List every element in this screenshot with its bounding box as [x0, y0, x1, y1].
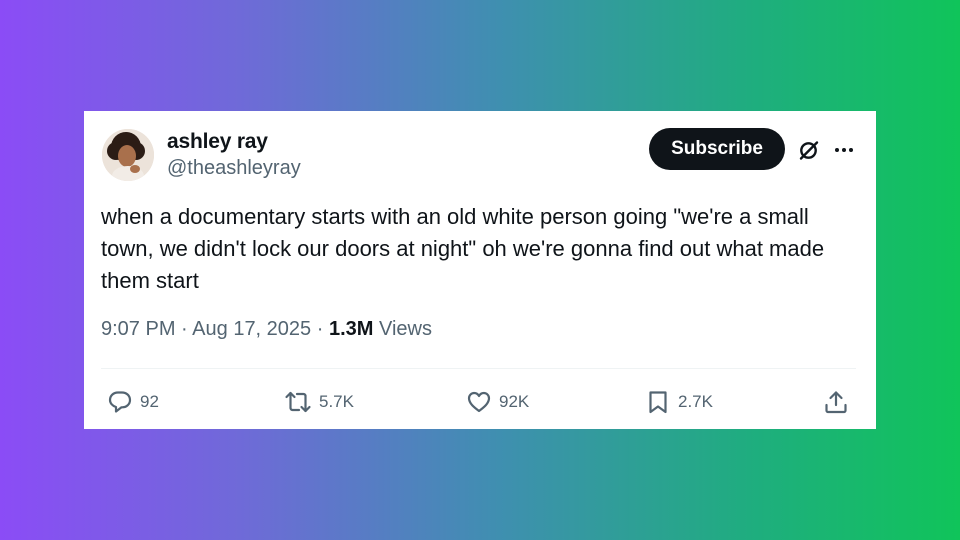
like-count: 92K: [499, 392, 530, 411]
bookmark-count: 2.7K: [678, 392, 713, 411]
views-count: 1.3M: [328, 318, 374, 340]
author-display-name[interactable]: ashley ray: [167, 130, 268, 154]
reply-button[interactable]: 92: [107, 389, 159, 415]
reply-icon: [107, 389, 133, 415]
tweet-time[interactable]: 9:07 PM: [101, 318, 175, 340]
divider: [101, 368, 856, 369]
avatar[interactable]: [102, 129, 154, 181]
subscribe-button[interactable]: Subscribe: [649, 128, 785, 170]
tweet-card: ashley ray @theashleyray Subscribe when …: [84, 111, 876, 429]
reply-count: 92: [140, 392, 159, 411]
bookmark-icon: [645, 389, 671, 415]
share-icon: [823, 389, 849, 415]
tweet-date[interactable]: Aug 17, 2025: [192, 318, 311, 340]
like-icon: [466, 389, 492, 415]
repost-button[interactable]: 5.7K: [284, 389, 354, 415]
meta-separator: ·: [316, 318, 324, 340]
repost-icon: [284, 389, 312, 415]
bookmark-button[interactable]: 2.7K: [645, 389, 713, 415]
like-button[interactable]: 92K: [466, 389, 529, 415]
avatar-image: [102, 129, 154, 181]
tweet-meta: 9:07 PM · Aug 17, 2025 · 1.3M Views: [101, 318, 432, 341]
repost-count: 5.7K: [319, 392, 354, 411]
author-handle[interactable]: @theashleyray: [167, 157, 301, 180]
share-button[interactable]: [823, 389, 849, 415]
meta-separator: ·: [181, 318, 188, 340]
tweet-text: when a documentary starts with an old wh…: [101, 204, 825, 293]
grok-icon[interactable]: [797, 138, 821, 162]
more-icon[interactable]: [832, 138, 856, 162]
views-label: Views: [379, 318, 432, 340]
